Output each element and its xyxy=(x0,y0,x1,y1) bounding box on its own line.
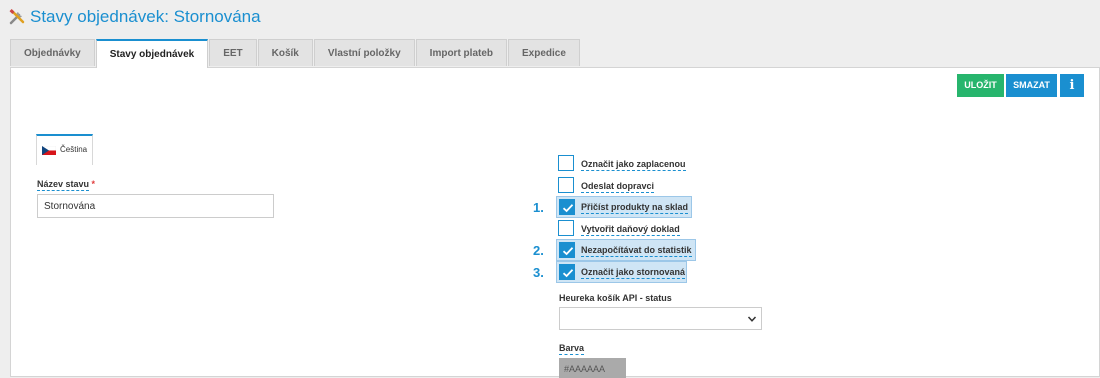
main-tabs: Objednávky Stavy objednávek EET Košík Vl… xyxy=(10,39,581,68)
step-number-3: 3. xyxy=(533,265,544,280)
delete-button[interactable]: SMAZAT xyxy=(1006,74,1057,97)
tools-icon xyxy=(9,9,25,25)
tab-vlastni-polozky[interactable]: Vlastní položky xyxy=(313,39,415,66)
save-button[interactable]: ULOŽIT xyxy=(957,74,1004,97)
checkmark-icon xyxy=(562,247,574,256)
heureka-status-select[interactable] xyxy=(559,307,762,330)
checkmark-icon xyxy=(562,269,574,278)
status-name-input[interactable] xyxy=(37,194,274,218)
page-title: Stavy objednávek: Stornována xyxy=(30,7,261,26)
step-number-1: 1. xyxy=(533,200,544,215)
heureka-field-label: Heureka košík API - status xyxy=(559,293,672,303)
checkbox-add-stock[interactable] xyxy=(559,199,575,215)
checkbox-label-tax-document: Vytvořit daňový doklad xyxy=(581,224,680,236)
step-number-2: 2. xyxy=(533,243,544,258)
tab-expedice[interactable]: Expedice xyxy=(508,39,580,66)
czech-flag-icon xyxy=(42,146,56,155)
checkbox-label-add-stock: Přičíst produkty na sklad xyxy=(581,202,689,214)
checkbox-paid[interactable] xyxy=(558,155,574,171)
checkbox-tax-document[interactable] xyxy=(558,220,574,236)
checkbox-mark-cancelled[interactable] xyxy=(559,264,575,280)
chevron-down-icon xyxy=(747,316,757,322)
tab-objednavky[interactable]: Objednávky xyxy=(10,39,95,66)
checkbox-label-mark-cancelled: Označit jako stornovaná xyxy=(581,267,686,279)
checkmark-icon xyxy=(562,204,574,213)
color-field-label: Barva xyxy=(559,343,585,355)
checkbox-label-paid: Označit jako zaplacenou xyxy=(581,159,686,171)
language-label: Čeština xyxy=(60,145,88,154)
checkbox-row-add-stock[interactable]: Přičíst produkty na sklad xyxy=(556,196,692,218)
tab-stavy-objednavek[interactable]: Stavy objednávek xyxy=(95,39,209,68)
name-field-label: Název stavu * xyxy=(37,179,96,191)
page-header: Stavy objednávek: Stornována xyxy=(0,0,1100,38)
color-picker-swatch[interactable]: #AAAAAA xyxy=(559,358,626,378)
color-value: #AAAAAA xyxy=(564,364,606,374)
checkbox-send-carrier[interactable] xyxy=(558,177,574,193)
checkbox-row-exclude-stats[interactable]: Nezapočítávat do statistik xyxy=(556,239,696,261)
tab-kosik[interactable]: Košík xyxy=(257,39,313,66)
color-label-text: Barva xyxy=(559,343,585,355)
language-tab-czech[interactable]: Čeština xyxy=(36,134,93,165)
checkbox-label-exclude-stats: Nezapočítávat do statistik xyxy=(581,245,692,257)
checkbox-label-send-carrier: Odeslat dopravci xyxy=(581,181,655,193)
required-mark: * xyxy=(91,179,96,189)
content-panel: ULOŽIT SMAZAT i Čeština Název stavu * Oz… xyxy=(10,67,1100,378)
info-button[interactable]: i xyxy=(1060,74,1084,97)
tab-eet[interactable]: EET xyxy=(209,39,257,66)
name-label-text: Název stavu xyxy=(37,179,90,191)
tab-import-plateb[interactable]: Import plateb xyxy=(415,39,508,66)
checkbox-row-mark-cancelled[interactable]: Označit jako stornovaná xyxy=(556,261,687,283)
checkbox-exclude-stats[interactable] xyxy=(559,242,575,258)
